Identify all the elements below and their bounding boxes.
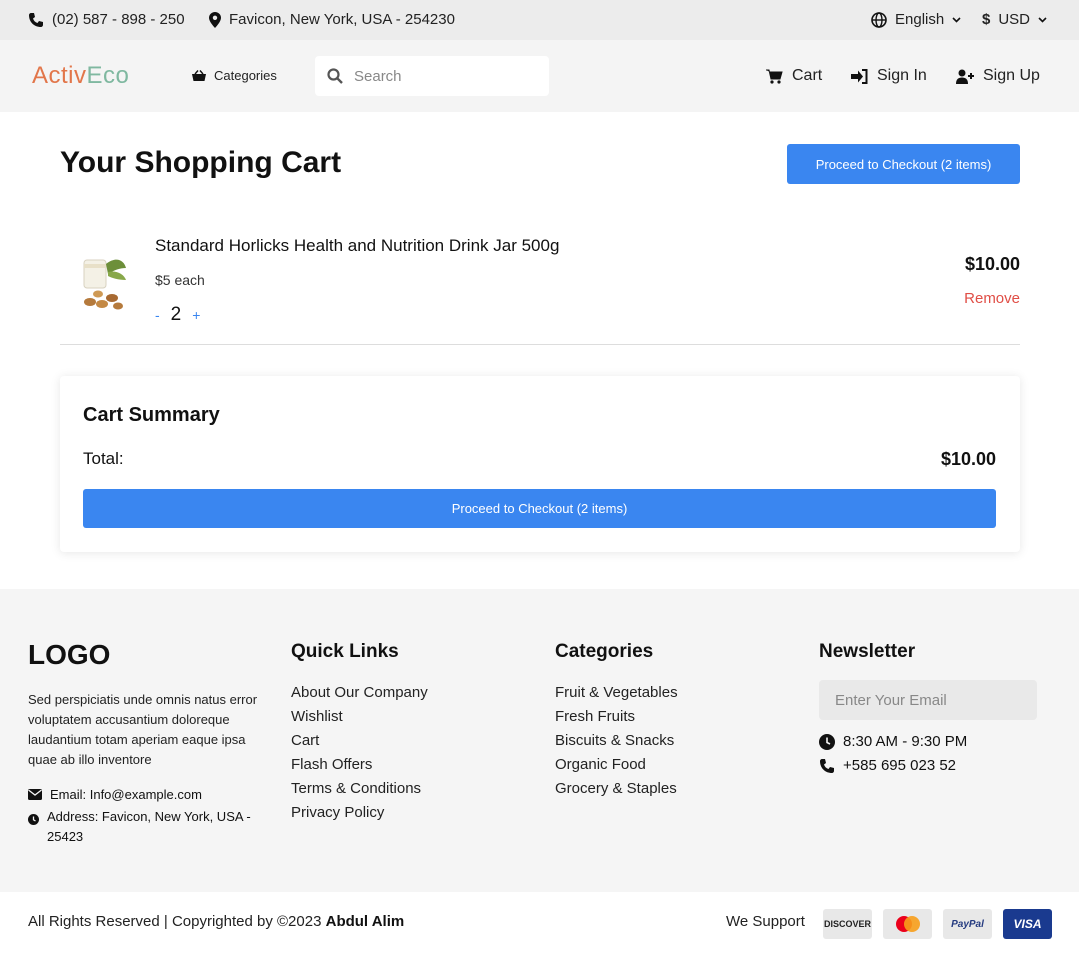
- basket-icon: [192, 69, 206, 81]
- cart-item: Standard Horlicks Health and Nutrition D…: [60, 226, 1020, 345]
- newsletter-phone-text: +585 695 023 52: [843, 757, 957, 774]
- product-name[interactable]: Standard Horlicks Health and Nutrition D…: [155, 236, 559, 256]
- categories-label: Categories: [214, 68, 277, 83]
- dollar-icon: $: [982, 11, 991, 28]
- footer-category-fruit-vegetables[interactable]: Fruit & Vegetables: [555, 681, 678, 705]
- newsletter-phone: +585 695 023 52: [819, 757, 956, 774]
- footer-category-grocery-staples[interactable]: Grocery & Staples: [555, 777, 678, 801]
- topbar-phone-text: (02) 587 - 898 - 250: [52, 11, 185, 28]
- mastercard-logo-icon: [895, 916, 920, 932]
- phone-icon: [820, 758, 834, 773]
- footer-address: Address: Favicon, New York, USA - 25423: [28, 807, 263, 847]
- categories-title: Categories: [555, 641, 654, 662]
- footer-category-organic-food[interactable]: Organic Food: [555, 753, 678, 777]
- cart-summary: Cart Summary Total: $10.00 Proceed to Ch…: [60, 376, 1020, 552]
- copyright: All Rights Reserved | Copyrighted by ©20…: [28, 913, 404, 930]
- user-plus-icon: [956, 69, 974, 84]
- mastercard-icon: [883, 909, 932, 939]
- topbar-address-text: Favicon, New York, USA - 254230: [229, 11, 455, 28]
- quantity-stepper: - 2 +: [155, 304, 200, 326]
- page-title: Your Shopping Cart: [60, 146, 342, 179]
- total-label: Total:: [83, 449, 124, 468]
- cart-label: Cart: [792, 67, 823, 84]
- topbar-phone: (02) 587 - 898 - 250: [28, 11, 185, 28]
- footer-link-about[interactable]: About Our Company: [291, 681, 428, 705]
- currency-selector[interactable]: $ USD: [982, 11, 1047, 28]
- product-image[interactable]: [76, 246, 132, 314]
- footer-category-fresh-fruits[interactable]: Fresh Fruits: [555, 705, 678, 729]
- chevron-down-icon: [1038, 16, 1047, 23]
- total-value: $10.00: [940, 449, 996, 469]
- quick-links-title: Quick Links: [291, 641, 399, 662]
- paypal-icon: PayPal: [943, 909, 992, 939]
- summary-title: Cart Summary: [83, 404, 220, 426]
- newsletter-column: Newsletter: [819, 641, 915, 681]
- top-bar: (02) 587 - 898 - 250 Favicon, New York, …: [0, 0, 1079, 40]
- line-total: $10.00: [964, 254, 1020, 274]
- quantity-value: 2: [170, 304, 182, 325]
- search-box: [315, 56, 549, 96]
- quick-links-column: Quick Links About Our Company Wishlist C…: [291, 641, 428, 825]
- footer-link-flash-offers[interactable]: Flash Offers: [291, 753, 428, 777]
- footer-logo[interactable]: LOGO: [28, 639, 110, 671]
- copyright-author[interactable]: Abdul Alim: [326, 913, 405, 930]
- search-input[interactable]: [354, 67, 534, 85]
- site-logo[interactable]: ActivEco: [32, 62, 129, 90]
- categories-button[interactable]: Categories: [192, 68, 277, 83]
- map-pin-icon: [209, 11, 221, 28]
- footer-email-text[interactable]: Email: Info@example.com: [50, 787, 202, 802]
- clock-icon: [28, 814, 39, 825]
- checkout-button-top[interactable]: Proceed to Checkout (2 items): [787, 144, 1020, 184]
- envelope-icon: [28, 789, 42, 800]
- footer-email: Email: Info@example.com: [28, 787, 202, 802]
- sign-in-label: Sign In: [877, 67, 927, 84]
- footer-category-biscuits-snacks[interactable]: Biscuits & Snacks: [555, 729, 678, 753]
- product-unit-price: $5 each: [155, 272, 205, 288]
- language-selector[interactable]: English: [871, 11, 961, 28]
- discover-icon: DISCOVER: [823, 909, 872, 939]
- copyright-text: All Rights Reserved | Copyrighted by ©20…: [28, 913, 322, 930]
- we-support-label: We Support: [726, 913, 805, 930]
- remove-button[interactable]: Remove: [964, 290, 1020, 307]
- categories-column: Categories Fruit & Vegetables Fresh Frui…: [555, 641, 678, 801]
- newsletter-hours: 8:30 AM - 9:30 PM: [819, 733, 967, 750]
- sign-in-icon: [851, 68, 868, 84]
- newsletter-email-input[interactable]: [819, 680, 1037, 720]
- topbar-address: Favicon, New York, USA - 254230: [209, 11, 455, 28]
- checkout-button-bottom[interactable]: Proceed to Checkout (2 items): [83, 489, 996, 528]
- footer-link-privacy[interactable]: Privacy Policy: [291, 801, 428, 825]
- search-icon[interactable]: [327, 68, 343, 84]
- footer-link-wishlist[interactable]: Wishlist: [291, 705, 428, 729]
- footer-address-text: Address: Favicon, New York, USA - 25423: [47, 809, 251, 844]
- clock-icon: [819, 733, 835, 750]
- footer-link-cart[interactable]: Cart: [291, 729, 428, 753]
- cart-icon: [766, 69, 783, 84]
- newsletter-title: Newsletter: [819, 641, 916, 662]
- globe-icon: [871, 11, 887, 28]
- increase-quantity-button[interactable]: +: [192, 307, 200, 323]
- sign-up-link[interactable]: Sign Up: [956, 67, 1040, 85]
- footer-description: Sed perspiciatis unde omnis natus error …: [28, 692, 258, 767]
- footer: LOGO Sed perspiciatis unde omnis natus e…: [0, 589, 1079, 892]
- currency-label: USD: [998, 11, 1031, 28]
- sign-up-label: Sign Up: [983, 67, 1040, 84]
- sign-in-link[interactable]: Sign In: [851, 67, 927, 85]
- decrease-quantity-button[interactable]: -: [155, 307, 160, 323]
- phone-icon: [29, 12, 43, 27]
- bottom-bar: All Rights Reserved | Copyrighted by ©20…: [0, 892, 1079, 955]
- chevron-down-icon: [952, 16, 961, 23]
- language-label: English: [895, 11, 945, 28]
- newsletter-hours-text: 8:30 AM - 9:30 PM: [843, 733, 968, 750]
- visa-icon: VISA: [1003, 909, 1052, 939]
- main-header: ActivEco Categories Cart Sign In Sign Up: [0, 40, 1079, 112]
- cart-link[interactable]: Cart: [766, 67, 822, 85]
- footer-link-terms[interactable]: Terms & Conditions: [291, 777, 428, 801]
